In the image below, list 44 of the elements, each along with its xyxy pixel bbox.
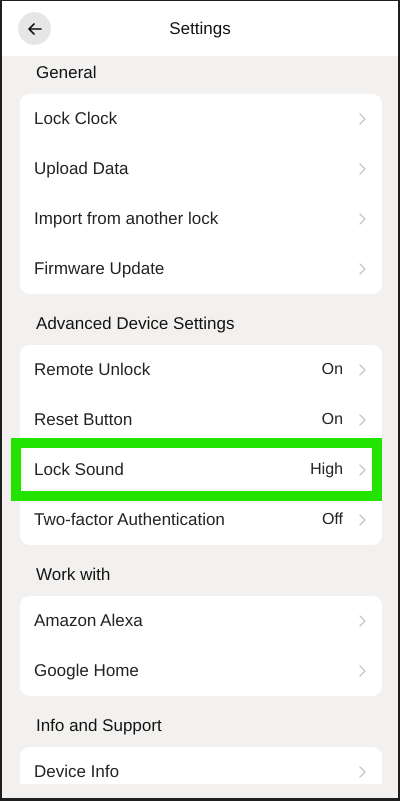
chevron-right-icon — [359, 113, 366, 125]
row-label: Remote Unlock — [34, 360, 152, 380]
chevron-right-icon — [359, 163, 366, 175]
settings-row[interactable]: Firmware Update — [20, 244, 382, 294]
row-value: Off — [322, 511, 343, 529]
row-value: On — [322, 361, 343, 379]
section-title: General — [35, 62, 98, 84]
row-value: On — [322, 411, 343, 429]
chevron-right-icon — [359, 364, 366, 376]
chevron-right-icon — [359, 414, 366, 426]
settings-row[interactable]: Remote Unlock On — [20, 345, 382, 395]
chevron-right-icon — [359, 213, 366, 225]
row-value: High — [310, 461, 343, 479]
settings-row[interactable]: Upload Data — [20, 144, 382, 194]
section-title: Info and Support — [35, 715, 163, 737]
settings-row[interactable]: Amazon Alexa — [20, 596, 382, 646]
row-label: Upload Data — [34, 159, 130, 179]
row-label: Import from another lock — [34, 209, 220, 229]
settings-row[interactable]: Lock Clock — [20, 94, 382, 144]
back-arrow-icon — [28, 22, 42, 34]
settings-row[interactable]: Two-factor Authentication Off — [20, 495, 382, 545]
row-label: Device Info — [34, 762, 120, 782]
row-label: Two-factor Authentication — [34, 510, 226, 530]
chevron-right-icon — [359, 263, 366, 275]
chevron-right-icon — [359, 665, 366, 677]
back-button[interactable] — [18, 12, 51, 45]
row-label: Lock Sound — [34, 460, 125, 480]
chevron-right-icon — [359, 615, 366, 627]
settings-row[interactable]: Reset Button On — [20, 395, 382, 445]
row-label: Lock Clock — [34, 109, 118, 129]
section-title: Advanced Device Settings — [35, 313, 236, 335]
settings-row[interactable]: Device Info — [20, 747, 382, 784]
row-label: Amazon Alexa — [34, 611, 144, 631]
chevron-right-icon — [359, 514, 366, 526]
screen-title: Settings — [168, 18, 232, 38]
settings-row[interactable]: Lock Sound High — [20, 445, 382, 495]
row-label: Firmware Update — [34, 259, 166, 279]
section-title: Work with — [35, 564, 112, 586]
row-label: Reset Button — [34, 410, 134, 430]
row-label: Google Home — [34, 661, 140, 681]
settings-row[interactable]: Google Home — [20, 646, 382, 696]
chevron-right-icon — [359, 766, 366, 778]
settings-row[interactable]: Import from another lock — [20, 194, 382, 244]
chevron-right-icon — [359, 464, 366, 476]
